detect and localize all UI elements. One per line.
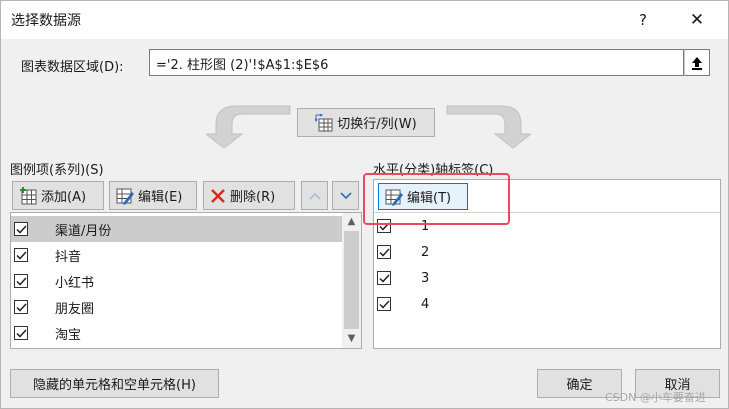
switch-row-column-icon bbox=[315, 113, 333, 131]
series-name: 小红书 bbox=[55, 275, 95, 291]
move-up-button[interactable] bbox=[301, 181, 328, 210]
hidden-empty-cells-button[interactable]: 隐藏的单元格和空单元格(H) bbox=[10, 369, 219, 398]
move-down-button[interactable] bbox=[332, 181, 359, 210]
category-checkbox[interactable] bbox=[377, 271, 391, 285]
category-checkbox[interactable] bbox=[377, 245, 391, 259]
delete-series-label: 删除(R) bbox=[230, 190, 276, 205]
add-series-label: 添加(A) bbox=[41, 190, 87, 205]
switch-row-column-button[interactable]: 切换行/列(W) bbox=[297, 108, 435, 137]
chart-data-range-label: 图表数据区域(D): bbox=[21, 60, 124, 75]
curved-arrow-left-icon bbox=[206, 105, 291, 149]
checkmark-icon bbox=[15, 302, 27, 312]
category-checkbox[interactable] bbox=[377, 297, 391, 311]
scrollbar-thumb[interactable] bbox=[344, 231, 359, 329]
series-item[interactable]: 淘宝 bbox=[11, 320, 342, 346]
scroll-up-icon[interactable]: ▲ bbox=[342, 213, 361, 231]
select-data-source-dialog: 选择数据源 ? ✕ 图表数据区域(D): ='2. 柱形图 (2)'!$A$1:… bbox=[0, 0, 729, 409]
series-name: 抖音 bbox=[55, 249, 82, 265]
category-name: 4 bbox=[421, 296, 430, 312]
close-button[interactable]: ✕ bbox=[679, 6, 715, 34]
annotation-highlight-box bbox=[363, 173, 510, 225]
add-series-button[interactable]: 添加(A) bbox=[12, 181, 104, 210]
legend-series-list[interactable]: 渠道/月份 抖音 小红书 朋友圈 淘宝 ▲ ▼ bbox=[10, 212, 362, 349]
collapse-arrow-icon bbox=[692, 56, 702, 70]
series-item[interactable]: 小红书 bbox=[11, 268, 342, 294]
curved-arrow-right-icon bbox=[446, 105, 531, 149]
checkmark-icon bbox=[378, 273, 390, 283]
checkmark-icon bbox=[378, 247, 390, 257]
help-button[interactable]: ? bbox=[629, 6, 657, 34]
axis-category-item[interactable]: 2 bbox=[374, 239, 720, 265]
checkmark-icon bbox=[378, 299, 390, 309]
series-checkbox[interactable] bbox=[14, 300, 28, 314]
delete-series-button[interactable]: 删除(R) bbox=[203, 181, 295, 210]
series-item[interactable]: 朋友圈 bbox=[11, 294, 342, 320]
edit-series-label: 编辑(E) bbox=[138, 190, 183, 205]
axis-category-item[interactable]: 4 bbox=[374, 291, 720, 317]
series-item[interactable]: 渠道/月份 bbox=[11, 216, 342, 242]
series-item[interactable]: 抖音 bbox=[11, 242, 342, 268]
checkmark-icon bbox=[15, 276, 27, 286]
checkmark-icon bbox=[15, 250, 27, 260]
chevron-up-icon bbox=[308, 192, 321, 200]
watermark: CSDN @小车要奋进 bbox=[605, 391, 706, 404]
series-name: 朋友圈 bbox=[55, 301, 95, 317]
category-name: 2 bbox=[421, 244, 430, 260]
title-bar: 选择数据源 ? ✕ bbox=[1, 1, 728, 39]
chevron-down-icon bbox=[339, 191, 352, 199]
series-checkbox[interactable] bbox=[14, 326, 28, 340]
chart-data-range-input[interactable]: ='2. 柱形图 (2)'!$A$1:$E$6 bbox=[149, 49, 684, 76]
range-collapse-button[interactable] bbox=[684, 49, 710, 76]
series-name: 渠道/月份 bbox=[55, 223, 112, 239]
category-name: 3 bbox=[421, 270, 430, 286]
axis-category-item[interactable]: 3 bbox=[374, 265, 720, 291]
series-checkbox[interactable] bbox=[14, 248, 28, 262]
series-checkbox[interactable] bbox=[14, 274, 28, 288]
series-name: 淘宝 bbox=[55, 327, 82, 343]
edit-table-icon bbox=[116, 188, 134, 205]
checkmark-icon bbox=[15, 328, 27, 338]
checkmark-icon bbox=[15, 224, 27, 234]
series-list-scrollbar[interactable]: ▲ ▼ bbox=[342, 213, 361, 348]
legend-entries-label: 图例项(系列)(S) bbox=[10, 163, 104, 178]
dialog-title: 选择数据源 bbox=[11, 13, 81, 29]
edit-series-button[interactable]: 编辑(E) bbox=[109, 181, 197, 210]
switch-row-column-label: 切换行/列(W) bbox=[337, 117, 417, 132]
scroll-down-icon[interactable]: ▼ bbox=[342, 330, 361, 348]
series-checkbox[interactable] bbox=[14, 222, 28, 236]
delete-x-icon bbox=[211, 188, 225, 203]
add-table-icon bbox=[20, 186, 37, 204]
